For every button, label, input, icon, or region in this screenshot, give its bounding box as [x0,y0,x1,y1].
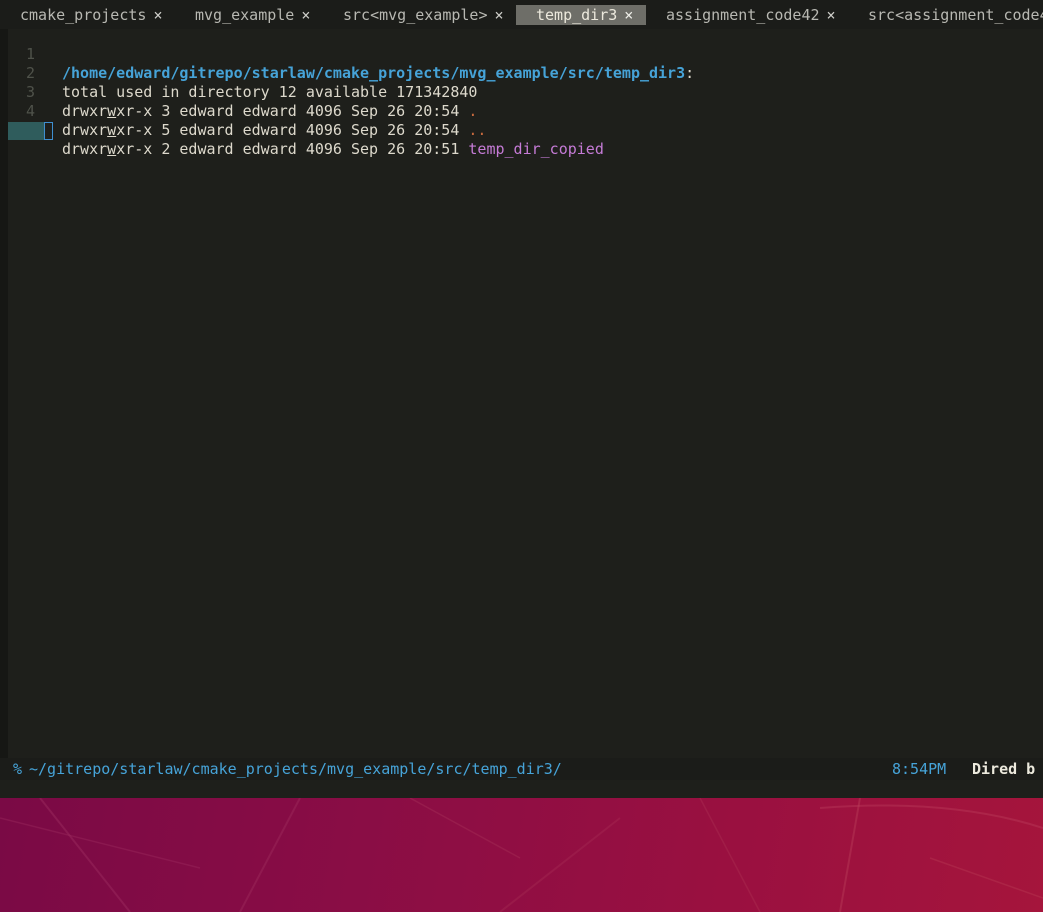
tab-close-icon[interactable]: × [153,6,162,24]
desktop-wallpaper [0,798,1043,912]
minibuffer[interactable] [0,780,1043,798]
clock: 8:54PM [892,760,947,778]
tab-mvg-example[interactable]: mvg_example × [195,5,310,25]
directory-header[interactable]: /home/edward/gitrepo/starlaw/cmake_proje… [62,64,685,82]
file-details: 5 edward edward 4096 Sep 26 20:54 [152,121,469,139]
file-details: 2 edward edward 4096 Sep 26 20:51 [152,140,469,158]
major-mode[interactable]: Dired b [972,758,1035,780]
total-usage-text: total used in directory 12 available 171… [62,83,478,101]
file-entry[interactable]: 3 drwxrwxr-x 3 edward edward 4096 Sep 26… [0,64,477,120]
tab-close-icon[interactable]: × [301,6,310,24]
permissions: xr-x [116,140,153,158]
permissions: w [107,121,117,139]
file-entry[interactable]: 5 drwxrwxr-x 2 edward edward 4096 Sep 26… [0,102,604,158]
dired-buffer[interactable]: 1 /home/edward/gitrepo/starlaw/cmake_pro… [0,29,1043,758]
file-name[interactable]: . [468,102,477,120]
file-name[interactable]: .. [468,121,486,139]
emacs-window: cmake_projects × mvg_example × src<mvg_exa… [0,0,1043,912]
file-entry[interactable]: 4 drwxrwxr-x 5 edward edward 4096 Sep 26… [0,83,486,139]
permissions: xr-x [116,102,153,120]
tab-label: temp_dir3 [536,6,618,24]
header-colon: : [685,64,695,82]
tab-label: src<mvg_example> [343,6,488,24]
tab-cmake-projects[interactable]: cmake_projects × [20,5,162,25]
permissions: drwxr [62,102,108,120]
wallpaper-pattern [0,798,1043,912]
tab-src-mvg-example[interactable]: src<mvg_example> × [343,5,504,25]
tab-label: cmake_projects [20,6,147,24]
mode-line: % ~/gitrepo/starlaw/cmake_projects/mvg_e… [0,758,1043,780]
current-line-highlight [8,122,44,140]
tab-close-icon[interactable]: × [495,6,504,24]
permissions: xr-x [116,121,153,139]
tab-label: mvg_example [195,6,295,24]
tab-label: assignment_code42 [666,6,820,24]
tab-close-icon[interactable]: × [827,6,836,24]
tab-close-icon[interactable]: × [624,6,633,24]
buffer-line[interactable]: 1 /home/edward/gitrepo/starlaw/cmake_pro… [0,26,694,82]
buffer-line[interactable]: 2 total used in directory 12 available 1… [0,45,477,101]
file-details: 3 edward edward 4096 Sep 26 20:54 [152,102,469,120]
tab-temp-dir3[interactable]: temp_dir3 × [516,5,646,25]
permissions: w [107,140,117,158]
tab-src-assignment-code[interactable]: src<assignment_code4 [868,5,1043,25]
buffer-position-indicator: % [13,760,23,778]
text-cursor [44,122,53,140]
permissions: w [107,102,117,120]
tab-label: src<assignment_code4 [868,6,1043,24]
permissions: drwxr [62,140,108,158]
tab-assignment-code42[interactable]: assignment_code42 × [666,5,836,25]
permissions: drwxr [62,121,108,139]
buffer-path: ~/gitrepo/starlaw/cmake_projects/mvg_exa… [29,760,562,778]
tab-bar: cmake_projects × mvg_example × src<mvg_exa… [0,0,1043,29]
file-name[interactable]: temp_dir_copied [468,140,603,158]
